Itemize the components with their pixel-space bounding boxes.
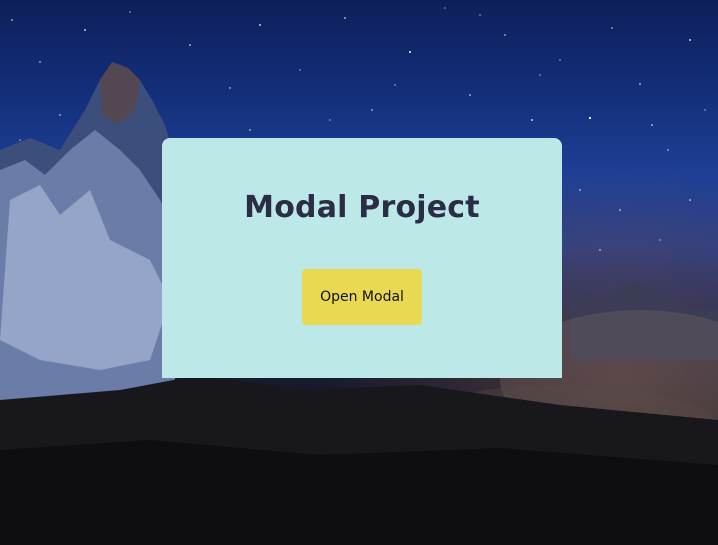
modal-title: Modal Project — [244, 190, 480, 225]
open-modal-button[interactable]: Open Modal — [302, 269, 422, 325]
modal-card: Modal Project Open Modal — [162, 138, 562, 378]
